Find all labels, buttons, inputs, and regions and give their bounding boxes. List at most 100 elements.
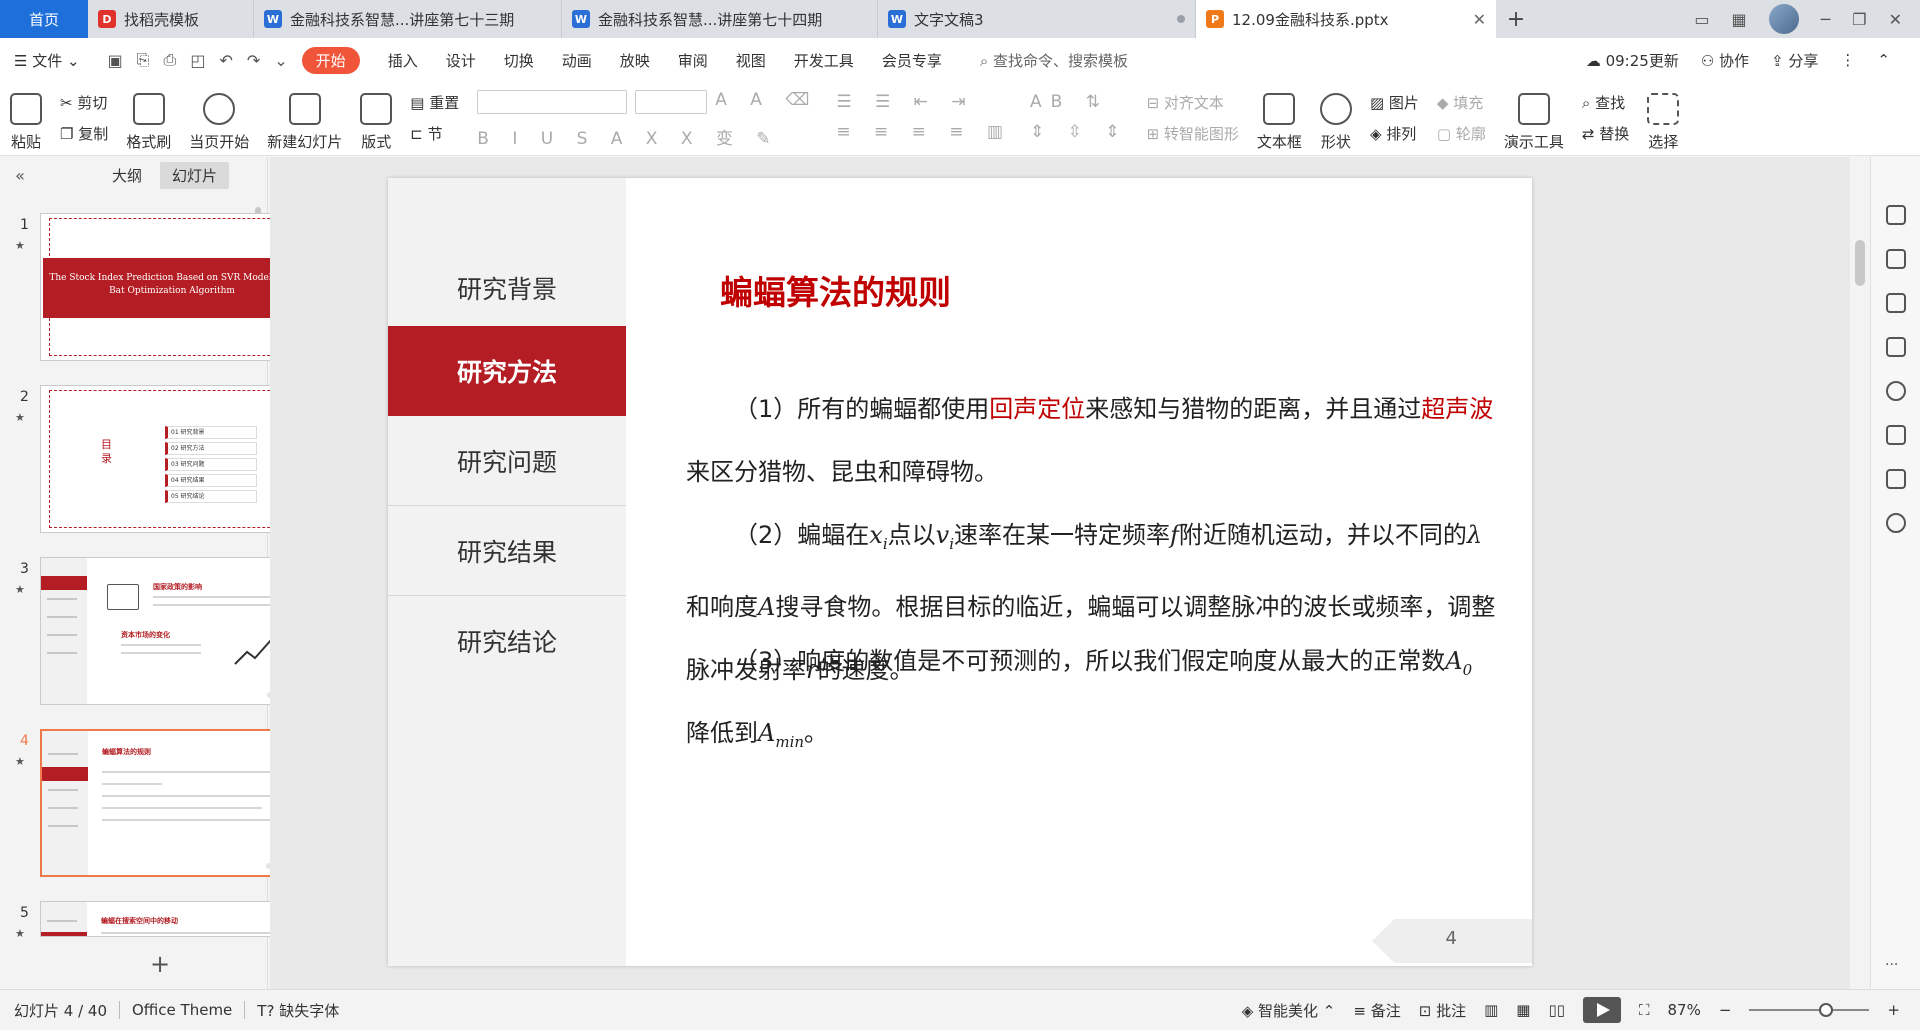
share-button[interactable]: ⇪ 分享 bbox=[1771, 50, 1818, 71]
reset-button[interactable]: ▤ 重置 bbox=[410, 92, 459, 113]
font-size-adjust-icons[interactable]: A A ⌫ bbox=[715, 90, 818, 114]
new-tab-button[interactable]: + bbox=[1496, 0, 1536, 38]
minimize-icon[interactable]: ─ bbox=[1821, 10, 1831, 29]
zoom-out-icon[interactable]: − bbox=[1719, 1001, 1732, 1019]
play-from-current-button[interactable]: 当页开始 bbox=[189, 88, 249, 152]
help-icon[interactable] bbox=[1886, 381, 1906, 401]
collapse-pane-icon[interactable]: « bbox=[0, 166, 40, 185]
spacing-icons[interactable]: ⇕ ⇳ ⇕ bbox=[1030, 122, 1129, 142]
normal-view-icon[interactable]: ▥ bbox=[1484, 1001, 1498, 1019]
export-icon[interactable]: ⎘ bbox=[137, 50, 150, 70]
paste-button[interactable]: 粘贴 bbox=[10, 88, 42, 152]
scrollbar-thumb[interactable] bbox=[1855, 240, 1865, 286]
tab-slideshow[interactable]: 放映 bbox=[620, 50, 650, 71]
add-slide-button[interactable]: + bbox=[150, 950, 170, 978]
tab-outline[interactable]: 大纲 bbox=[100, 162, 154, 189]
textbox-button[interactable]: 文本框 bbox=[1257, 88, 1302, 152]
slide-thumbnail-3[interactable]: 国家政策的影响 资本市场的变化 bbox=[40, 557, 304, 705]
collaborate-button[interactable]: ⚇ 协作 bbox=[1701, 50, 1749, 71]
tab-transition[interactable]: 切换 bbox=[504, 50, 534, 71]
outline-button[interactable]: ▢ 轮廓 bbox=[1437, 123, 1486, 144]
command-search[interactable]: ⌕ 查找命令、搜索模板 bbox=[980, 50, 1128, 71]
tab-review[interactable]: 审阅 bbox=[678, 50, 708, 71]
comments-button[interactable]: ⊡ 批注 bbox=[1419, 1000, 1466, 1021]
sliders-icon[interactable] bbox=[1886, 249, 1906, 269]
reading-view-icon[interactable]: ▯▯ bbox=[1548, 1001, 1565, 1019]
tab-pptx-active[interactable]: P 12.09金融科技系.pptx ✕ bbox=[1196, 0, 1496, 38]
close-window-icon[interactable]: ✕ bbox=[1889, 10, 1902, 29]
align-text-button[interactable]: ⊟ 对齐文本 bbox=[1147, 92, 1239, 113]
convert-smartart-button[interactable]: ⊞ 转智能图形 bbox=[1147, 123, 1239, 144]
undo-icon[interactable]: ↶ bbox=[219, 51, 232, 70]
tab-member[interactable]: 会员专享 bbox=[882, 50, 942, 71]
slide-thumbnail-1[interactable]: The Stock Index Prediction Based on SVR … bbox=[40, 213, 304, 361]
slide-thumbnail-2[interactable]: 目录 01 研究背景 02 研究方法 03 研究问题 04 研究结果 05 研究… bbox=[40, 385, 304, 533]
tab-developer[interactable]: 开发工具 bbox=[794, 50, 854, 71]
layout-button[interactable]: 版式 bbox=[360, 88, 393, 152]
text-format-icons[interactable]: B I U S A X X 变 ✎ bbox=[477, 124, 818, 149]
copy-panel-icon[interactable] bbox=[1886, 337, 1906, 357]
tab-doc-73[interactable]: W 金融科技系智慧...讲座第七十三期 bbox=[254, 0, 562, 38]
cloud-sync-status[interactable]: ☁ 09:25更新 bbox=[1586, 50, 1679, 71]
tab-home[interactable]: 首页 bbox=[0, 0, 88, 38]
rocket-icon[interactable] bbox=[1886, 205, 1906, 225]
tab-design[interactable]: 设计 bbox=[446, 50, 476, 71]
cut-button[interactable]: ✂ 剪切 bbox=[60, 92, 108, 113]
beautify-button[interactable]: ◈ 智能美化 ⌃ bbox=[1242, 1000, 1336, 1021]
arrange-button[interactable]: ◈ 排列 bbox=[1370, 123, 1419, 144]
notes-button[interactable]: ≡ 备注 bbox=[1353, 1000, 1400, 1021]
zoom-level[interactable]: 87% bbox=[1668, 1001, 1701, 1019]
preview-icon[interactable]: ◰ bbox=[190, 51, 205, 70]
missing-font-button[interactable]: T? 缺失字体 bbox=[257, 1000, 339, 1021]
tab-doc-3[interactable]: W 文字文稿3 bbox=[878, 0, 1196, 38]
picture-button[interactable]: ▨ 图片 bbox=[1370, 92, 1419, 113]
ribbon-collapse-icon[interactable]: ⌃ bbox=[1877, 51, 1890, 69]
file-menu[interactable]: ☰ 文件 ⌄ bbox=[14, 50, 80, 71]
fit-window-icon[interactable]: ⛶ bbox=[1639, 1001, 1650, 1019]
fill-button[interactable]: ◆ 填充 bbox=[1437, 92, 1486, 113]
font-family-select[interactable] bbox=[477, 90, 628, 114]
list-icons[interactable]: ☰ ☰ ⇤ ⇥ bbox=[836, 92, 1012, 112]
theme-name[interactable]: Office Theme bbox=[132, 1001, 232, 1019]
sorter-view-icon[interactable]: ▦ bbox=[1516, 1001, 1530, 1019]
redo-icon[interactable]: ↷ bbox=[247, 51, 260, 70]
compass-icon[interactable] bbox=[1886, 513, 1906, 533]
slideshow-play-button[interactable] bbox=[1582, 997, 1621, 1023]
tab-slides[interactable]: 幻灯片 bbox=[160, 161, 230, 189]
print-icon[interactable]: ⎙ bbox=[164, 50, 177, 70]
picture-panel-icon[interactable] bbox=[1886, 425, 1906, 445]
new-slide-button[interactable]: 新建幻灯片 bbox=[267, 88, 342, 152]
tab-view[interactable]: 视图 bbox=[736, 50, 766, 71]
format-painter-button[interactable]: 格式刷 bbox=[126, 88, 171, 152]
close-tab-icon[interactable]: ✕ bbox=[1473, 10, 1486, 29]
zoom-slider-knob[interactable] bbox=[1819, 1003, 1834, 1017]
section-button[interactable]: ⊏ 节 bbox=[410, 123, 459, 144]
shape-button[interactable]: 形状 bbox=[1319, 88, 1352, 152]
avatar[interactable] bbox=[1768, 4, 1799, 34]
restore-icon[interactable]: ❐ bbox=[1852, 10, 1866, 29]
font-size-select[interactable] bbox=[635, 90, 708, 114]
more-horizontal-icon[interactable]: ··· bbox=[1885, 957, 1898, 973]
alignment-icons[interactable]: ≡ ≡ ≡ ≡ ▥ bbox=[836, 122, 1012, 142]
save-icon[interactable]: ▣ bbox=[108, 51, 123, 70]
star-icon[interactable] bbox=[1886, 293, 1906, 313]
text-direction-icons[interactable]: AB ⇅ bbox=[1030, 92, 1129, 112]
grid-icon[interactable]: ▦ bbox=[1731, 10, 1746, 29]
presenter-tools-button[interactable]: 演示工具 bbox=[1504, 88, 1564, 152]
copy-button[interactable]: ❐ 复制 bbox=[60, 123, 108, 144]
quick-access-dropdown-icon[interactable]: ⌄ bbox=[274, 51, 287, 70]
tab-animation[interactable]: 动画 bbox=[562, 50, 592, 71]
slide-thumbnail-4[interactable]: 蝙蝠算法的规则 bbox=[40, 729, 304, 877]
zoom-in-icon[interactable]: + bbox=[1887, 1001, 1900, 1019]
layout-icon[interactable]: ▭ bbox=[1694, 10, 1709, 29]
find-button[interactable]: ⌕ 查找 bbox=[1582, 92, 1629, 113]
tab-start[interactable]: 开始 bbox=[301, 46, 360, 74]
tab-docer[interactable]: D 找稻壳模板 bbox=[88, 0, 254, 38]
book-icon[interactable] bbox=[1886, 469, 1906, 489]
tab-doc-74[interactable]: W 金融科技系智慧...讲座第七十四期 bbox=[562, 0, 878, 38]
zoom-slider[interactable] bbox=[1749, 1003, 1870, 1017]
slide-thumbnail-5[interactable]: 蝙蝠在搜索空间中的移动 bbox=[40, 901, 304, 937]
tab-insert[interactable]: 插入 bbox=[388, 50, 418, 71]
select-button[interactable]: 选择 bbox=[1647, 88, 1680, 152]
current-slide[interactable]: 研究背景 研究方法 研究问题 研究结果 研究结论 蝙蝠算法的规则 （1）所有的蝙… bbox=[388, 178, 1532, 966]
